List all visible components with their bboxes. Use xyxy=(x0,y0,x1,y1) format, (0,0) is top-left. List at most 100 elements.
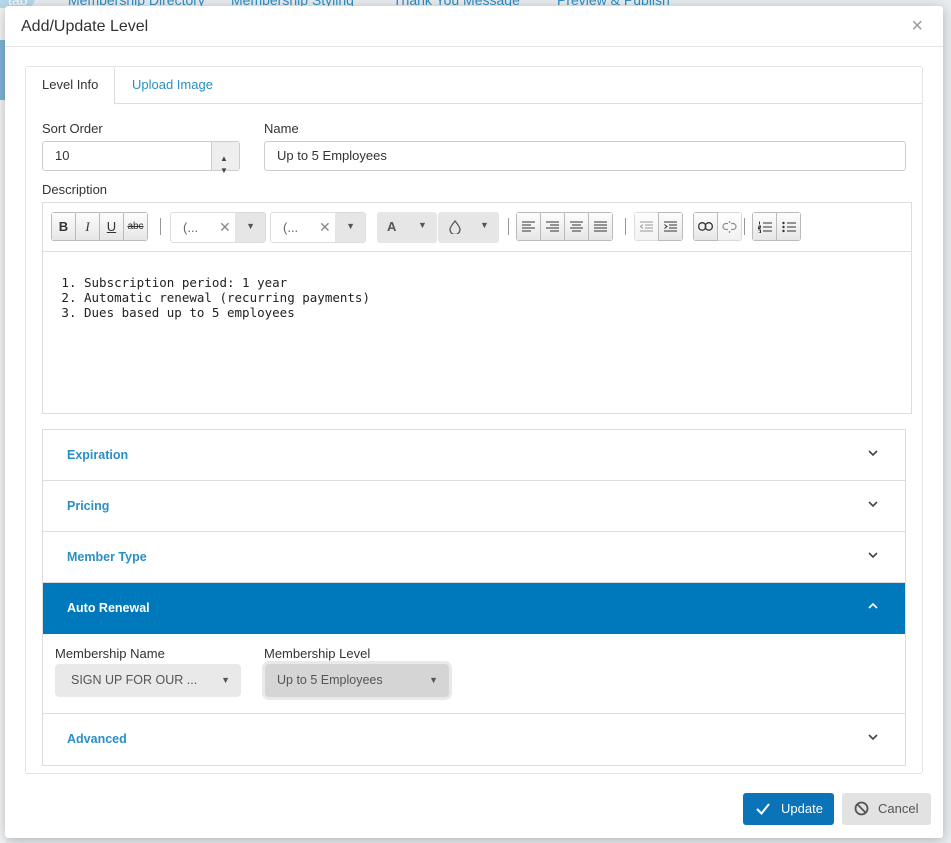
list-item: Subscription period: 1 year xyxy=(84,275,370,290)
bold-button[interactable]: B xyxy=(51,212,76,241)
list-item: Dues based up to 5 employees xyxy=(84,305,370,320)
align-justify-button[interactable] xyxy=(588,212,613,241)
cancel-button[interactable]: Cancel xyxy=(842,793,931,825)
chevron-down-icon xyxy=(868,552,878,559)
accordion-pricing[interactable]: Pricing xyxy=(43,481,905,532)
description-label: Description xyxy=(42,182,108,197)
accordion-member-type[interactable]: Member Type xyxy=(43,532,905,583)
align-left-button[interactable] xyxy=(516,212,541,241)
membership-name-select[interactable]: SIGN UP FOR OUR ... ▼ xyxy=(55,664,241,697)
chevron-down-icon xyxy=(868,501,878,508)
toolbar-divider xyxy=(744,218,745,235)
level-panel: Level Info Upload Image Sort Order 10 ▲ … xyxy=(25,66,923,774)
align-right-button[interactable] xyxy=(540,212,565,241)
dropdown-arrow-box: ▼ xyxy=(235,213,265,242)
align-center-icon xyxy=(570,221,583,232)
alignment-group xyxy=(516,212,613,241)
close-icon[interactable]: × xyxy=(911,14,923,38)
italic-button[interactable]: I xyxy=(75,212,100,241)
toolbar-divider xyxy=(160,218,161,235)
align-center-button[interactable] xyxy=(564,212,589,241)
chevron-down-icon xyxy=(868,450,878,457)
text-style-group: B I U abc xyxy=(51,212,148,241)
accordion-title: Member Type xyxy=(67,550,147,564)
chevron-down-icon: ▼ xyxy=(346,221,355,231)
font-family-select[interactable]: (... ✕ ▼ xyxy=(170,212,266,243)
ordered-list-icon xyxy=(757,221,772,233)
accordion-title: Expiration xyxy=(67,448,129,462)
sort-order-value: 10 xyxy=(55,148,70,163)
indent-group xyxy=(634,212,683,241)
strikethrough-button[interactable]: abc xyxy=(123,212,148,241)
description-editor: B I U abc (... ✕ ▼ (... ✕ ▼ A ▼ ▼ 1. Sub… xyxy=(42,202,912,414)
tab-upload-image[interactable]: Upload Image xyxy=(116,67,229,105)
indent-icon xyxy=(664,221,677,232)
font-size-value: (... xyxy=(283,220,299,235)
unlink-button[interactable] xyxy=(717,212,742,241)
list-group xyxy=(752,212,801,241)
name-input[interactable]: Up to 5 Employees xyxy=(264,141,906,171)
dialog-title: Add/Update Level xyxy=(21,18,149,35)
chevron-down-icon: ▼ xyxy=(418,220,427,230)
chevron-up-icon xyxy=(868,602,878,609)
auto-renewal-body: Membership Name SIGN UP FOR OUR ... ▼ Me… xyxy=(43,634,905,714)
membership-level-value: Up to 5 Employees xyxy=(277,673,383,687)
settings-accordion: Expiration Pricing Member Type Auto Rene… xyxy=(42,429,906,766)
update-label: Update xyxy=(781,801,823,816)
sort-order-input[interactable]: 10 ▲ ▼ xyxy=(42,141,240,175)
tab-bar: Level Info Upload Image xyxy=(26,67,922,105)
name-label: Name xyxy=(264,121,299,136)
toolbar-divider xyxy=(508,218,509,235)
editor-toolbar: B I U abc (... ✕ ▼ (... ✕ ▼ A ▼ ▼ xyxy=(43,203,911,252)
decrement-icon[interactable]: ▼ xyxy=(220,157,228,185)
clear-icon[interactable]: ✕ xyxy=(219,219,231,236)
toolbar-divider xyxy=(625,218,626,235)
link-button[interactable] xyxy=(693,212,718,241)
editor-content[interactable]: Subscription period: 1 year Automatic re… xyxy=(67,275,370,320)
link-group xyxy=(693,212,742,241)
bullet-list-icon xyxy=(781,221,796,232)
name-value: Up to 5 Employees xyxy=(277,148,387,163)
list-item: Automatic renewal (recurring payments) xyxy=(84,290,370,305)
font-size-select[interactable]: (... ✕ ▼ xyxy=(270,212,366,243)
chevron-down-icon: ▼ xyxy=(221,675,230,685)
dialog-header: Add/Update Level × xyxy=(5,6,943,47)
chevron-down-icon xyxy=(868,734,878,741)
dropdown-arrow-box: ▼ xyxy=(335,213,365,242)
sort-order-label: Sort Order xyxy=(42,121,103,136)
accordion-title: Auto Renewal xyxy=(67,601,150,615)
outdent-icon xyxy=(640,221,653,232)
membership-level-label: Membership Level xyxy=(264,646,371,661)
ordered-list-button[interactable] xyxy=(752,212,777,241)
description-list: Subscription period: 1 year Automatic re… xyxy=(67,275,370,320)
add-update-level-dialog: Add/Update Level × Level Info Upload Ima… xyxy=(5,6,943,838)
chevron-down-icon: ▼ xyxy=(246,221,255,231)
highlight-color-button[interactable]: ▼ xyxy=(438,212,499,243)
accordion-title: Advanced xyxy=(67,732,127,746)
membership-level-select[interactable]: Up to 5 Employees ▼ xyxy=(265,664,449,697)
droplet-icon xyxy=(449,220,461,234)
text-color-button[interactable]: A ▼ xyxy=(377,212,437,243)
sort-order-stepper[interactable]: ▲ ▼ xyxy=(211,142,239,175)
underline-button[interactable]: U xyxy=(99,212,124,241)
accordion-auto-renewal[interactable]: Auto Renewal xyxy=(43,583,905,634)
link-icon xyxy=(698,222,713,231)
align-right-icon xyxy=(546,221,559,232)
membership-name-value: SIGN UP FOR OUR ... xyxy=(71,673,198,687)
accordion-title: Pricing xyxy=(67,499,110,513)
align-left-icon xyxy=(522,221,535,232)
chevron-down-icon: ▼ xyxy=(480,220,489,230)
text-color-icon: A xyxy=(387,219,397,234)
cancel-label: Cancel xyxy=(878,801,919,816)
accordion-advanced[interactable]: Advanced xyxy=(43,714,905,765)
bullet-list-button[interactable] xyxy=(776,212,801,241)
accordion-expiration[interactable]: Expiration xyxy=(43,430,905,481)
unlink-icon xyxy=(722,220,737,233)
chevron-down-icon: ▼ xyxy=(429,675,438,685)
outdent-button[interactable] xyxy=(634,212,659,241)
tab-level-info[interactable]: Level Info xyxy=(26,67,116,105)
membership-name-label: Membership Name xyxy=(55,646,165,661)
clear-icon[interactable]: ✕ xyxy=(319,219,331,236)
update-button[interactable]: Update xyxy=(743,793,834,825)
indent-button[interactable] xyxy=(658,212,683,241)
